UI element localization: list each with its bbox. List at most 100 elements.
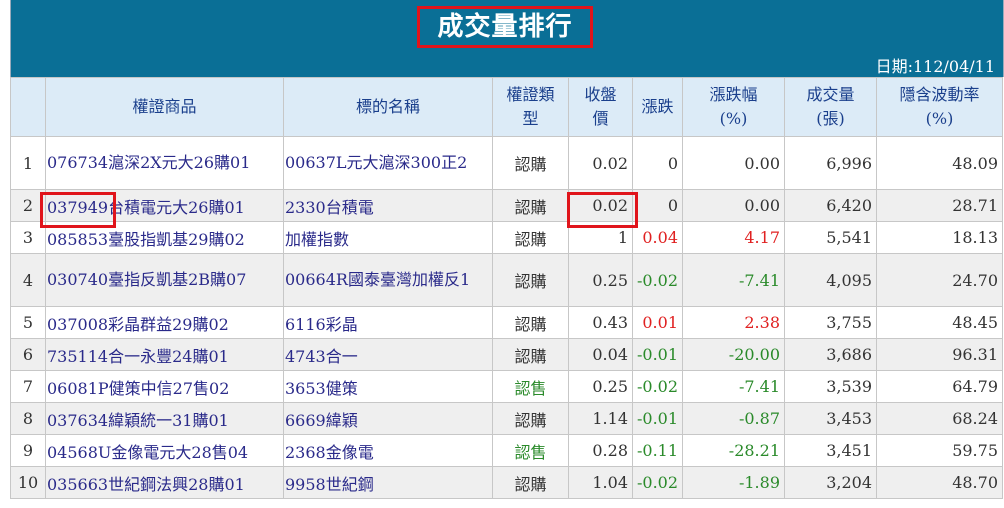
row-number: 3 bbox=[10, 221, 46, 254]
warrant-type: 認購 bbox=[492, 253, 569, 307]
warrant-name-link[interactable]: 04568U金像電元大28售04 bbox=[45, 434, 284, 467]
implied-volatility: 48.45 bbox=[876, 306, 1003, 339]
warrant-name-link[interactable]: 030740臺指反凱基2B購07 bbox=[45, 253, 284, 307]
table-row[interactable]: 5 037008彩晶群益29購02 6116彩晶 認購 0.43 0.01 2.38 3,75… bbox=[10, 306, 1003, 339]
change-percent: -7.41 bbox=[682, 370, 785, 403]
change-percent: 4.17 bbox=[682, 221, 785, 254]
trade-volume: 3,453 bbox=[784, 402, 877, 435]
col-warrant-header[interactable]: 權證商品 bbox=[45, 77, 284, 137]
table-header-row: 權證商品 標的名稱 權證類型 收盤價 漲跌 漲跌幅 (%) 成交量 (張) 隱含波動… bbox=[10, 77, 1003, 137]
table-row[interactable]: 1 076734滬深2X元大26購01 00637L元大滬深300正2 認購 0.02 0… bbox=[10, 136, 1003, 190]
trade-volume: 5,541 bbox=[784, 221, 877, 254]
underlying-name-link[interactable]: 6116彩晶 bbox=[283, 306, 493, 339]
price-change: 0.01 bbox=[632, 306, 683, 339]
price-change: -0.02 bbox=[632, 466, 683, 499]
col-underlying-header[interactable]: 標的名稱 bbox=[283, 77, 493, 137]
trade-volume: 3,204 bbox=[784, 466, 877, 499]
col-type-header[interactable]: 權證類型 bbox=[492, 77, 569, 137]
warrant-name-link[interactable]: 085853臺股指凱基29購02 bbox=[45, 221, 284, 254]
close-price: 1 bbox=[568, 221, 633, 254]
col-iv-header[interactable]: 隱含波動率 (%) bbox=[876, 77, 1003, 137]
col-close-header[interactable]: 收盤價 bbox=[568, 77, 633, 137]
col-change-header[interactable]: 漲跌 bbox=[632, 77, 683, 137]
underlying-name-link[interactable]: 加權指數 bbox=[283, 221, 493, 254]
table-row[interactable]: 7 06081P健策中信27售02 3653健策 認售 0.25 -0.02 -7.41 3,… bbox=[10, 370, 1003, 403]
trade-volume: 6,420 bbox=[784, 189, 877, 222]
table-row[interactable]: 3 085853臺股指凱基29購02 加權指數 認購 1 0.04 4.17 5,541 18.… bbox=[10, 221, 1003, 254]
close-price: 0.43 bbox=[568, 306, 633, 339]
warrant-type: 認購 bbox=[492, 189, 569, 222]
warrant-name-link[interactable]: 037008彩晶群益29購02 bbox=[45, 306, 284, 339]
ranking-panel: 成交量排行 日期:112/04/11 權證商品 標的名稱 權證類型 收盤價 漲跌… bbox=[0, 0, 1004, 508]
close-price: 0.25 bbox=[568, 370, 633, 403]
trade-volume: 3,755 bbox=[784, 306, 877, 339]
warrant-name-link[interactable]: 076734滬深2X元大26購01 bbox=[45, 136, 284, 190]
price-change: -0.02 bbox=[632, 370, 683, 403]
title-bar: 成交量排行 日期:112/04/11 bbox=[10, 0, 1004, 77]
underlying-name-link[interactable]: 2368金像電 bbox=[283, 434, 493, 467]
price-change: 0 bbox=[632, 136, 683, 190]
implied-volatility: 59.75 bbox=[876, 434, 1003, 467]
warrant-type: 認售 bbox=[492, 434, 569, 467]
change-percent: -28.21 bbox=[682, 434, 785, 467]
warrant-name-link[interactable]: 035663世紀鋼法興28購01 bbox=[45, 466, 284, 499]
price-change: -0.11 bbox=[632, 434, 683, 467]
col-volume-header[interactable]: 成交量 (張) bbox=[784, 77, 877, 137]
underlying-name-link[interactable]: 4743合一 bbox=[283, 338, 493, 371]
table-row[interactable]: 8 037634緯穎統一31購01 6669緯穎 認購 1.14 -0.01 -0.87 3,… bbox=[10, 402, 1003, 435]
warrant-type: 認購 bbox=[492, 221, 569, 254]
warrant-type: 認購 bbox=[492, 136, 569, 190]
underlying-name-link[interactable]: 00637L元大滬深300正2 bbox=[283, 136, 493, 190]
change-percent: -1.89 bbox=[682, 466, 785, 499]
underlying-name-link[interactable]: 00664R國泰臺灣加權反1 bbox=[283, 253, 493, 307]
implied-volatility: 96.31 bbox=[876, 338, 1003, 371]
close-price: 1.14 bbox=[568, 402, 633, 435]
row-number: 6 bbox=[10, 338, 46, 371]
implied-volatility: 28.71 bbox=[876, 189, 1003, 222]
row-number: 8 bbox=[10, 402, 46, 435]
change-percent: 2.38 bbox=[682, 306, 785, 339]
warrant-type: 認購 bbox=[492, 466, 569, 499]
trade-volume: 3,451 bbox=[784, 434, 877, 467]
underlying-name-link[interactable]: 6669緯穎 bbox=[283, 402, 493, 435]
row-number: 2 bbox=[10, 189, 46, 222]
underlying-name-link[interactable]: 3653健策 bbox=[283, 370, 493, 403]
warrant-name-link[interactable]: 735114合一永豐24購01 bbox=[45, 338, 284, 371]
warrant-type: 認購 bbox=[492, 402, 569, 435]
trade-volume: 3,686 bbox=[784, 338, 877, 371]
close-price: 1.04 bbox=[568, 466, 633, 499]
table-row[interactable]: 10 035663世紀鋼法興28購01 9958世紀鋼 認購 1.04 -0.02 -1.8… bbox=[10, 466, 1003, 499]
change-percent: 0.00 bbox=[682, 189, 785, 222]
row-number: 7 bbox=[10, 370, 46, 403]
price-change: -0.02 bbox=[632, 253, 683, 307]
underlying-name-link[interactable]: 2330台積電 bbox=[283, 189, 493, 222]
warrant-type: 認購 bbox=[492, 306, 569, 339]
col-index-header bbox=[10, 77, 46, 137]
implied-volatility: 64.79 bbox=[876, 370, 1003, 403]
table-row[interactable]: 9 04568U金像電元大28售04 2368金像電 認售 0.28 -0.11 -28.2… bbox=[10, 434, 1003, 467]
warrant-name-link[interactable]: 037949台積電元大26購01 bbox=[45, 189, 284, 222]
row-number: 10 bbox=[10, 466, 46, 499]
date-label: 日期:112/04/11 bbox=[875, 57, 995, 76]
table-row[interactable]: 2 037949台積電元大26購01 2330台積電 認購 0.02 0 0.00 6,420… bbox=[10, 189, 1003, 222]
close-price: 0.25 bbox=[568, 253, 633, 307]
page-title: 成交量排行 bbox=[417, 6, 593, 48]
close-price: 0.02 bbox=[568, 136, 633, 190]
table-row[interactable]: 4 030740臺指反凱基2B購07 00664R國泰臺灣加權反1 認購 0.25 -0.… bbox=[10, 253, 1003, 307]
row-number: 1 bbox=[10, 136, 46, 190]
warrant-name-link[interactable]: 037634緯穎統一31購01 bbox=[45, 402, 284, 435]
warrant-type: 認售 bbox=[492, 370, 569, 403]
change-percent: 0.00 bbox=[682, 136, 785, 190]
close-price: 0.04 bbox=[568, 338, 633, 371]
change-percent: -20.00 bbox=[682, 338, 785, 371]
change-percent: -7.41 bbox=[682, 253, 785, 307]
underlying-name-link[interactable]: 9958世紀鋼 bbox=[283, 466, 493, 499]
col-pct-header[interactable]: 漲跌幅 (%) bbox=[682, 77, 785, 137]
warrant-name-link[interactable]: 06081P健策中信27售02 bbox=[45, 370, 284, 403]
close-price: 0.28 bbox=[568, 434, 633, 467]
implied-volatility: 48.70 bbox=[876, 466, 1003, 499]
trade-volume: 4,095 bbox=[784, 253, 877, 307]
trade-volume: 6,996 bbox=[784, 136, 877, 190]
price-change: -0.01 bbox=[632, 402, 683, 435]
table-row[interactable]: 6 735114合一永豐24購01 4743合一 認購 0.04 -0.01 -20.00 3… bbox=[10, 338, 1003, 371]
